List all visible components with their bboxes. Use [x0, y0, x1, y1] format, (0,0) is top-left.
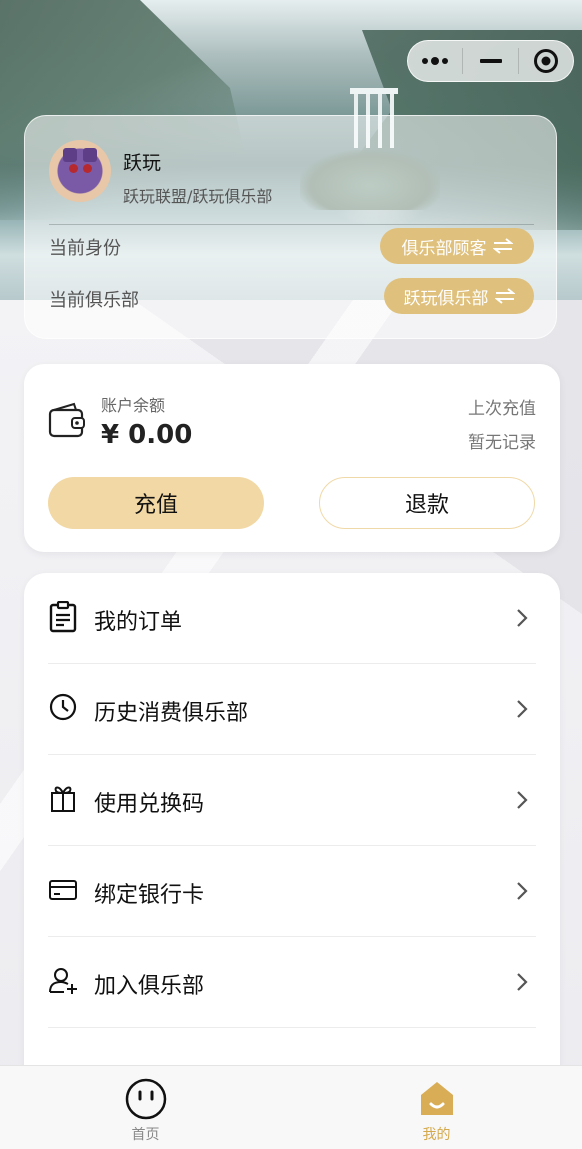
home-icon	[420, 1082, 453, 1115]
last-recharge-label: 上次充值	[468, 399, 536, 419]
clipboard-icon	[49, 601, 77, 633]
identity-label: 当前身份	[49, 238, 121, 259]
minus-icon	[479, 59, 502, 63]
chevron-right-icon	[517, 791, 528, 809]
menu-item-my-orders[interactable]: 我的订单	[48, 573, 536, 664]
target-circle-icon	[533, 49, 558, 73]
menu-item-redeem-code[interactable]: 使用兑换码	[48, 755, 536, 846]
identity-value: 俱乐部顾客	[401, 238, 487, 259]
menu-item-history-clubs[interactable]: 历史消费俱乐部	[48, 664, 536, 755]
menu-item-label: 加入俱乐部	[94, 974, 205, 999]
bottom-tab-bar: 首页 我的	[0, 1065, 582, 1149]
profile-card: 跃玩 跃玩联盟/跃玩俱乐部 当前身份 俱乐部顾客 当前俱乐部 跃玩俱乐部	[24, 115, 557, 339]
club-value: 跃玩俱乐部	[403, 288, 489, 309]
credit-card-icon	[49, 880, 77, 900]
menu-item-label: 绑定银行卡	[94, 883, 205, 908]
menu-item-join-club[interactable]: 加入俱乐部	[48, 937, 536, 1028]
chevron-right-icon	[517, 609, 528, 627]
tab-home[interactable]: 首页	[0, 1066, 291, 1149]
refund-button[interactable]: 退款	[319, 477, 535, 529]
balance-label: 账户余额	[101, 396, 166, 415]
miniprogram-capsule	[407, 40, 574, 82]
user-organization: 跃玩联盟/跃玩俱乐部	[123, 187, 273, 206]
divider	[49, 224, 534, 225]
clock-icon	[49, 693, 77, 721]
chevron-right-icon	[517, 700, 528, 718]
switch-arrows-icon	[492, 238, 513, 254]
chevron-right-icon	[517, 882, 528, 900]
switch-arrows-icon	[494, 288, 515, 304]
tab-label: 首页	[131, 1127, 160, 1143]
last-recharge-value: 暂无记录	[468, 433, 536, 453]
menu-item-label: 历史消费俱乐部	[94, 701, 249, 726]
avatar[interactable]	[49, 140, 111, 202]
more-dots-icon	[422, 57, 449, 65]
menu-item-label: 我的订单	[94, 610, 183, 635]
user-name: 跃玩	[123, 152, 162, 174]
balance-value: ¥ 0.00	[101, 420, 193, 450]
club-label: 当前俱乐部	[49, 290, 139, 311]
balance-card: 账户余额 ¥ 0.00 上次充值 暂无记录 充值 退款	[24, 364, 560, 552]
identity-switch-button[interactable]: 俱乐部顾客	[380, 228, 534, 264]
minimize-button[interactable]	[463, 41, 517, 81]
gift-icon	[51, 786, 75, 812]
wallet-icon	[48, 402, 85, 438]
smiley-face-icon	[125, 1078, 166, 1120]
more-button[interactable]	[408, 41, 462, 81]
menu-item-bind-bank-card[interactable]: 绑定银行卡	[48, 846, 536, 937]
menu-list: 我的订单 历史消费俱乐部 使用兑换码 绑定银行卡 加入俱乐部	[24, 573, 560, 1133]
menu-item-label: 使用兑换码	[94, 792, 205, 817]
tab-label: 我的	[422, 1127, 451, 1143]
chevron-right-icon	[517, 973, 528, 991]
recharge-button[interactable]: 充值	[48, 477, 264, 529]
tab-mine[interactable]: 我的	[291, 1066, 582, 1149]
add-user-icon	[49, 968, 77, 994]
close-button[interactable]	[519, 41, 573, 81]
club-switch-button[interactable]: 跃玩俱乐部	[384, 278, 534, 314]
